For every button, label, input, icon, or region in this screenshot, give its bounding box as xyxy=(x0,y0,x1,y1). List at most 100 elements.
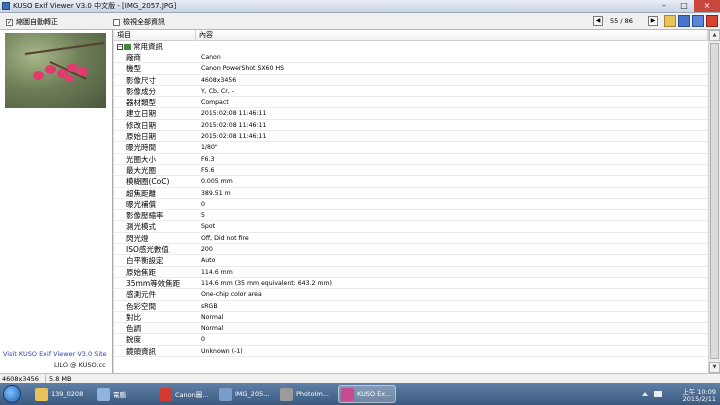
table-row[interactable]: 影像成分 Y, Cb, Cr, - xyxy=(114,86,708,98)
taskbar-item[interactable]: PhotoIm... xyxy=(278,385,334,403)
table-row[interactable]: 白平衡設定 Auto xyxy=(114,255,708,267)
table-row[interactable]: 原始日期 2015:02:08 11:46:11 xyxy=(114,131,708,143)
start-button[interactable] xyxy=(3,385,21,403)
table-row[interactable]: 對比 Normal xyxy=(114,312,708,324)
table-row[interactable]: 銳度 0 xyxy=(114,334,708,346)
table-row[interactable]: 色調 Normal xyxy=(114,323,708,335)
taskbar-item-label: KUSO Ex... xyxy=(357,390,392,398)
auto-rotate-checkbox[interactable]: ✓ 縮圖自動轉正 xyxy=(6,17,58,27)
taskbar-item[interactable]: 139_0208 xyxy=(33,385,91,403)
row-value: 389.51 m xyxy=(201,189,231,197)
visit-site-link[interactable]: Visit KUSO Exif Viewer V3.0 Site xyxy=(3,350,107,358)
taskbar-item-label: Canon圖... xyxy=(175,391,209,399)
clock-date[interactable]: 2015/2/11 xyxy=(680,395,716,403)
row-key: 對比 xyxy=(126,312,141,322)
image-thumbnail[interactable] xyxy=(5,33,106,108)
column-header-content[interactable]: 內容 xyxy=(196,30,708,41)
app-icon xyxy=(2,2,10,10)
status-bar: 4608x3456 5.8 MB xyxy=(0,373,720,383)
minimize-icon[interactable]: – xyxy=(654,0,674,12)
row-key: 鏡頭資訊 xyxy=(126,346,156,356)
row-key: 影像尺寸 xyxy=(126,75,156,85)
row-key: 超焦距離 xyxy=(126,188,156,198)
table-row[interactable]: 35mm等效焦距 114.6 mm (35 mm equivalent: 643.… xyxy=(114,278,708,290)
taskbar-item[interactable]: 電腦 xyxy=(95,385,153,403)
row-value: F5.6 xyxy=(201,166,215,174)
show-hidden-icons-icon[interactable] xyxy=(642,391,648,396)
row-value: sRGB xyxy=(201,302,218,310)
row-key: 感測元件 xyxy=(126,290,156,300)
table-row[interactable]: 影像壓縮率 5 xyxy=(114,210,708,222)
row-value: 0.005 mm xyxy=(201,178,233,186)
next-image-button[interactable]: ▶ xyxy=(648,16,658,26)
table-row[interactable]: 色彩空間 sRGB xyxy=(114,301,708,312)
taskbar-item-label: IMG_205... xyxy=(235,390,270,398)
row-key: 色調 xyxy=(126,324,141,334)
table-row[interactable]: 原始焦距 114.6 mm xyxy=(114,267,708,278)
row-value: Compact xyxy=(201,99,229,107)
collapse-icon[interactable]: − xyxy=(117,43,123,50)
table-row[interactable]: ISO感光數值 200 xyxy=(114,244,708,256)
network-icon[interactable] xyxy=(654,391,662,397)
row-key: 器材類型 xyxy=(126,98,156,108)
exit-icon[interactable] xyxy=(706,15,718,27)
group-label: 常用資訊 xyxy=(133,42,163,51)
table-row[interactable]: 曝光補償 0 xyxy=(114,199,708,211)
taskbar-item[interactable]: IMG_205... xyxy=(217,385,273,403)
group-common-info[interactable]: − 常用資訊 xyxy=(114,41,708,52)
toolbar-icons xyxy=(664,15,718,27)
row-key: 銳度 xyxy=(126,335,141,345)
close-icon[interactable]: × xyxy=(694,0,720,12)
row-key: 廠商 xyxy=(126,53,141,62)
row-value: 1/80" xyxy=(201,144,218,152)
taskbar-item[interactable]: Canon圖... xyxy=(157,385,213,403)
table-row[interactable]: 影像尺寸 4608x3456 xyxy=(114,75,708,86)
row-value: Normal xyxy=(201,313,224,321)
scroll-up-icon[interactable]: ▲ xyxy=(709,30,720,41)
table-row[interactable]: 建立日期 2015:02:08 11:46:11 xyxy=(114,108,708,120)
table-row[interactable]: 修改日期 2015:02:08 11:46:11 xyxy=(114,120,708,132)
table-row[interactable]: 感測元件 One-chip color area xyxy=(114,289,708,301)
row-key: 閃光燈 xyxy=(126,233,149,243)
save-icon[interactable] xyxy=(678,15,690,27)
vertical-scrollbar[interactable]: ▲ ▼ xyxy=(708,30,720,373)
row-value: Normal xyxy=(201,325,224,333)
table-row[interactable]: 鏡頭資訊 Unknown (-1) xyxy=(114,346,708,358)
folder-icon xyxy=(124,43,131,50)
row-key: 建立日期 xyxy=(126,109,156,119)
row-key: 光圈大小 xyxy=(126,154,156,164)
taskbar-item-label: 電腦 xyxy=(113,391,126,399)
table-row[interactable]: 光圈大小 F6.3 xyxy=(114,154,708,165)
table-row[interactable]: 最大光圈 F5.6 xyxy=(114,165,708,177)
table-row[interactable]: 閃光燈 Off, Did not fire xyxy=(114,233,708,245)
table-row[interactable]: 模糊圈(CoC) 0.005 mm xyxy=(114,176,708,188)
taskbar-item[interactable]: KUSO Ex... xyxy=(338,385,396,403)
table-row[interactable]: 器材類型 Compact xyxy=(114,97,708,109)
scrollbar-thumb[interactable] xyxy=(710,43,719,359)
title-bar: KUSO Exif Viewer V3.0 中文版 - [IMG_2057.JP… xyxy=(0,0,720,13)
image-counter: 55 / 86 xyxy=(610,17,633,25)
table-row[interactable]: 機型 Canon PowerShot SX60 HS xyxy=(114,63,708,75)
disk-icon[interactable] xyxy=(692,15,704,27)
table-row[interactable]: 測光模式 Spot xyxy=(114,221,708,233)
scroll-down-icon[interactable]: ▼ xyxy=(709,362,720,373)
table-header: 項目 內容 xyxy=(114,30,708,41)
table-row[interactable]: 超焦距離 389.51 m xyxy=(114,188,708,199)
maximize-icon[interactable]: □ xyxy=(674,0,694,12)
row-key: 模糊圈(CoC) xyxy=(126,177,170,187)
taskbar-item-label: 139_0208 xyxy=(51,390,84,398)
row-key: 曝光補償 xyxy=(126,199,156,209)
open-folder-icon[interactable] xyxy=(664,15,676,27)
row-value: 0 xyxy=(201,200,205,208)
row-key: 最大光圈 xyxy=(126,165,156,175)
previous-image-button[interactable]: ◀ xyxy=(593,16,603,26)
column-header-item[interactable]: 項目 xyxy=(114,30,196,41)
flower-shape xyxy=(33,71,44,80)
table-row[interactable]: 廠商 Canon xyxy=(114,52,708,64)
show-all-checkbox[interactable]: 檢視全部資訊 xyxy=(113,17,165,27)
row-value: Spot xyxy=(201,223,216,231)
checkbox-checked-icon: ✓ xyxy=(6,18,13,26)
row-value: 2015:02:08 11:46:11 xyxy=(201,110,267,118)
row-key: 35mm等效焦距 xyxy=(126,278,181,288)
table-row[interactable]: 曝光時間 1/80" xyxy=(114,142,708,154)
